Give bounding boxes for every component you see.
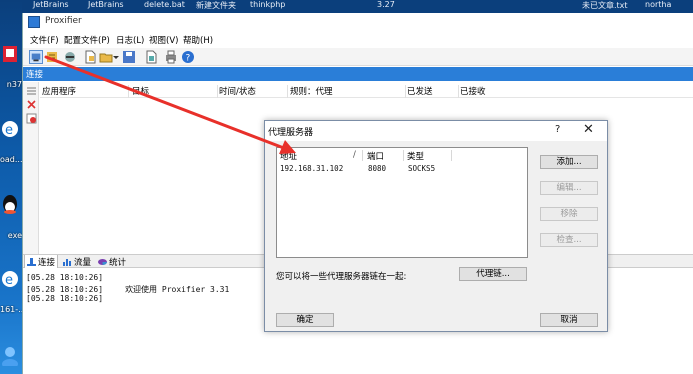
export-icon[interactable] (144, 50, 158, 64)
new-profile-icon[interactable] (83, 50, 97, 64)
help-button[interactable]: ? (555, 124, 560, 135)
help-icon[interactable]: ? (181, 50, 195, 64)
person-icon[interactable] (0, 344, 20, 366)
taskbar-item[interactable]: 3.27 (377, 0, 395, 9)
traffic-tab-icon (63, 259, 71, 266)
toolbar: ? (23, 48, 693, 66)
check-button[interactable]: 检查... (540, 233, 598, 247)
list-icon[interactable] (26, 86, 37, 97)
tab-traffic[interactable]: 流量 (61, 255, 93, 268)
statistics-tab-icon (98, 259, 107, 265)
column-header-application[interactable]: 应用程序 (42, 85, 129, 98)
taskbar-item[interactable]: 新建文件夹 (196, 0, 236, 11)
ok-button[interactable]: 确定 (276, 313, 334, 327)
desktop-label: n37 (6, 80, 22, 89)
menu-log[interactable]: 日志(L) (116, 34, 144, 46)
taskbar-item[interactable]: northa (645, 0, 671, 9)
top-taskbar: n27 JetBrains JetBrains delete.bat 新建文件夹… (0, 0, 693, 13)
column-separator (403, 150, 404, 161)
menu-profile[interactable]: 配置文件(P) (64, 34, 110, 46)
section-label: 连接 (26, 70, 44, 80)
desktop-strip: n37 e oad... exe e 161-... (0, 0, 22, 374)
column-header-sent[interactable]: 已发送 (407, 85, 459, 98)
column-header-address[interactable]: 地址 (280, 150, 297, 162)
side-toolbar (23, 82, 39, 264)
column-separator (451, 150, 452, 161)
desktop-app-icon[interactable] (0, 44, 20, 66)
taskbar-item[interactable]: JetBrains (88, 0, 124, 9)
cancel-button[interactable]: 取消 (540, 313, 598, 327)
edit-button[interactable]: 编辑... (540, 181, 598, 195)
name-resolution-icon[interactable] (63, 50, 77, 64)
proxy-servers-dialog: 代理服务器 ? ✕ 地址 / 端口 类型 192.168.31.102 8080… (264, 120, 608, 332)
print-icon[interactable] (164, 50, 178, 64)
column-header-target[interactable]: 目标 (132, 85, 218, 98)
clear-icon[interactable] (26, 113, 37, 124)
menu-help[interactable]: 帮助(H) (183, 34, 213, 46)
tab-label: 连接 (38, 258, 56, 268)
svg-text:e: e (5, 273, 13, 288)
desktop-label: exe (7, 231, 22, 240)
taskbar-item[interactable]: JetBrains (33, 0, 69, 9)
close-icon[interactable] (26, 99, 37, 110)
connections-tab-icon (27, 258, 36, 266)
tab-connections[interactable]: 连接 (24, 255, 59, 268)
qq-icon[interactable] (0, 193, 20, 215)
column-header-rule-proxy[interactable]: 规则：代理 (290, 85, 406, 98)
sort-indicator: / (353, 150, 356, 160)
rules-icon[interactable] (45, 50, 59, 64)
column-header-port[interactable]: 端口 (367, 150, 384, 162)
column-header-type[interactable]: 类型 (407, 150, 424, 162)
proxy-address[interactable]: 192.168.31.102 (280, 164, 343, 173)
tab-label: 统计 (109, 258, 127, 268)
desktop-label: oad... (0, 155, 22, 164)
tab-label: 流量 (74, 258, 92, 268)
tab-statistics[interactable]: 统计 (96, 255, 128, 268)
taskbar-item[interactable]: 未已文章.txt (582, 0, 628, 11)
taskbar-item[interactable]: thinkphp (250, 0, 285, 9)
dropdown-arrow-icon[interactable] (113, 50, 119, 64)
menu-bar: 文件(F) 配置文件(P) 日志(L) 视图(V) 帮助(H) (23, 32, 693, 48)
proxy-type[interactable]: SOCKS5 (408, 164, 435, 173)
taskbar-item[interactable]: delete.bat (144, 0, 185, 9)
proxifier-app-icon (28, 16, 40, 28)
svg-text:e: e (5, 123, 13, 138)
svg-text:?: ? (186, 54, 191, 64)
column-header-received[interactable]: 已接收 (460, 85, 520, 98)
column-separator (362, 150, 363, 161)
remove-button[interactable]: 移除 (540, 207, 598, 221)
proxy-chain-hint: 您可以将一些代理服务器链在一起: (276, 272, 407, 282)
dialog-title: 代理服务器 (268, 128, 314, 138)
log-message: 欢迎使用 Proxifier 3.31 (125, 284, 230, 294)
proxy-port[interactable]: 8080 (368, 164, 386, 173)
window-title: Proxifier (45, 16, 82, 26)
column-header-time-status[interactable]: 时间/状态 (219, 85, 288, 98)
ie-icon[interactable]: e (0, 268, 20, 290)
close-button[interactable]: ✕ (583, 122, 594, 137)
ie-icon[interactable]: e (0, 118, 20, 140)
save-icon[interactable] (122, 50, 136, 64)
add-button[interactable]: 添加... (540, 155, 598, 169)
connections-table-header: 应用程序 目标 时间/状态 规则：代理 已发送 已接收 (40, 83, 693, 98)
dialog-titlebar[interactable]: 代理服务器 ? ✕ (265, 121, 607, 141)
connections-header-bar: 连接 (23, 67, 693, 81)
open-profile-icon[interactable] (99, 50, 113, 64)
window-titlebar[interactable]: Proxifier (23, 13, 693, 31)
proxy-chain-button[interactable]: 代理链... (459, 267, 527, 281)
proxy-servers-icon[interactable] (29, 50, 43, 64)
proxy-list[interactable]: 地址 / 端口 类型 192.168.31.102 8080 SOCKS5 (276, 147, 528, 258)
menu-file[interactable]: 文件(F) (30, 34, 59, 46)
desktop-label: 161-... (0, 305, 22, 314)
menu-view[interactable]: 视图(V) (149, 34, 178, 46)
